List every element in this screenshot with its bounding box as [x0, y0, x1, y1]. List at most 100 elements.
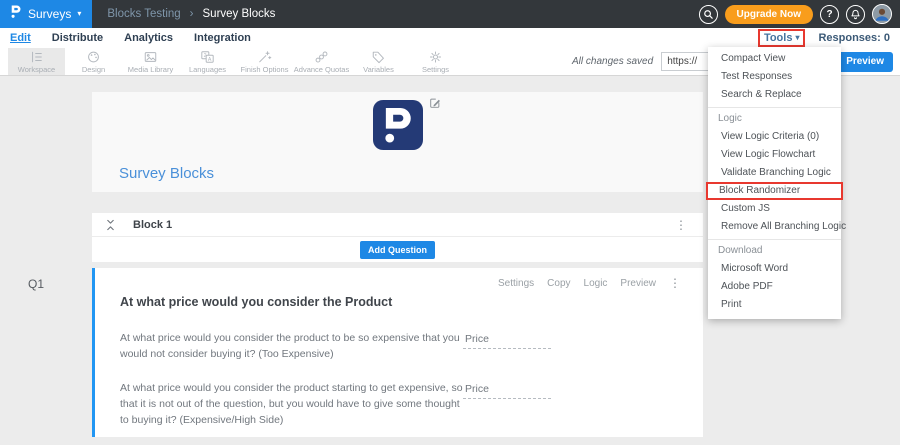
menu-item-view-logic-flowchart[interactable]: View Logic Flowchart	[708, 146, 841, 164]
chevron-down-icon: ▾	[77, 10, 81, 18]
menu-item-validate-branching-logic[interactable]: Validate Branching Logic	[708, 164, 841, 182]
toolbar-item-label: Advance Quotas	[294, 65, 349, 74]
question-logic-link[interactable]: Logic	[584, 278, 608, 289]
question-settings-link[interactable]: Settings	[498, 278, 534, 289]
chevron-down-icon: ▾	[795, 34, 799, 42]
upgrade-now-button[interactable]: Upgrade Now	[725, 5, 813, 24]
menu-item-print[interactable]: Print	[708, 296, 841, 314]
menu-item-microsoft-word[interactable]: Microsoft Word	[708, 260, 841, 278]
toolbar-item-finish-options[interactable]: Finish Options	[236, 48, 293, 75]
notifications-button[interactable]	[846, 5, 865, 24]
sub-question-text: At what price would you consider the pro…	[120, 380, 465, 428]
toolbar-item-settings[interactable]: Settings	[407, 48, 464, 75]
question-sub-row: At what price would you consider the pro…	[120, 330, 680, 362]
save-status-text: All changes saved	[572, 56, 653, 67]
question-preview-link[interactable]: Preview	[620, 278, 656, 289]
menu-item-view-logic-criteria[interactable]: View Logic Criteria (0)	[708, 128, 841, 146]
help-button[interactable]: ?	[820, 5, 839, 24]
svg-text:2: 2	[204, 53, 207, 59]
variables-icon	[370, 50, 387, 64]
menu-item-search-replace[interactable]: Search & Replace	[708, 86, 841, 104]
question-card: Settings Copy Logic Preview ⋮ At what pr…	[92, 268, 703, 437]
tools-menu-section-logic: Logic View Logic Criteria (0) View Logic…	[708, 107, 841, 236]
media-library-icon	[142, 50, 159, 64]
toolbar-item-label: Languages	[189, 65, 226, 74]
toolbar-item-variables[interactable]: Variables	[350, 48, 407, 75]
price-input-2[interactable]	[463, 383, 551, 399]
menu-section-header-logic: Logic	[708, 110, 841, 128]
edit-pencil-icon	[429, 97, 441, 109]
question-kebab-menu[interactable]: ⋮	[669, 276, 681, 290]
topbar-actions: Upgrade Now ?	[699, 4, 900, 24]
tab-integration[interactable]: Integration	[194, 32, 251, 44]
tools-menu-section-download: Download Microsoft Word Adobe PDF Print	[708, 239, 841, 314]
survey-logo-icon	[381, 105, 415, 145]
toolbar-item-label: Workspace	[18, 65, 55, 74]
menu-bar: Edit Distribute Analytics Integration To…	[0, 28, 900, 48]
toolbar-item-label: Design	[82, 65, 105, 74]
toolbar-item-workspace[interactable]: Workspace	[8, 48, 65, 75]
svg-text:A: A	[208, 56, 212, 62]
block-title[interactable]: Block 1	[133, 219, 172, 231]
question-sub-row: At what price would you consider the pro…	[120, 380, 680, 428]
menu-item-custom-js[interactable]: Custom JS	[708, 200, 841, 218]
toolbar-item-design[interactable]: Design	[65, 48, 122, 75]
survey-header-card: Survey Blocks	[92, 92, 703, 192]
menu-item-adobe-pdf[interactable]: Adobe PDF	[708, 278, 841, 296]
toolbar-item-label: Settings	[422, 65, 449, 74]
search-icon	[703, 9, 714, 20]
brand-name: Surveys	[28, 7, 71, 21]
brand-logo-icon	[10, 4, 22, 24]
survey-title[interactable]: Survey Blocks	[119, 165, 214, 182]
toolbar-item-media-library[interactable]: Media Library	[122, 48, 179, 75]
settings-icon	[427, 50, 444, 64]
survey-logo	[373, 100, 423, 150]
tools-menu-section: Compact View Test Responses Search & Rep…	[708, 50, 841, 104]
toolbar-item-advance-quotas[interactable]: Advance Quotas	[293, 48, 350, 75]
breadcrumb-parent[interactable]: Blocks Testing	[107, 8, 180, 20]
languages-icon: 2 A	[199, 50, 216, 64]
user-avatar[interactable]	[872, 4, 892, 24]
search-button[interactable]	[699, 5, 718, 24]
toolbar-item-label: Finish Options	[241, 65, 289, 74]
responses-count[interactable]: Responses: 0	[818, 32, 890, 44]
menu-item-remove-all-branching-logic[interactable]: Remove All Branching Logic	[708, 218, 841, 236]
toolbar-item-languages[interactable]: 2 A Languages	[179, 48, 236, 75]
menu-section-header-download: Download	[708, 242, 841, 260]
edit-logo-button[interactable]	[429, 96, 441, 114]
question-title[interactable]: At what price would you consider the Pro…	[120, 295, 392, 309]
question-copy-link[interactable]: Copy	[547, 278, 570, 289]
block-card: Block 1 ⋮ Add Question	[92, 213, 703, 262]
bell-icon	[850, 9, 861, 20]
annotation-box-tools: Tools ▾	[758, 29, 806, 47]
menu-item-block-randomizer[interactable]: Block Randomizer	[706, 182, 843, 200]
block-header: Block 1 ⋮	[92, 213, 703, 237]
preview-button-label: Preview	[846, 56, 884, 67]
add-question-row: Add Question	[92, 237, 703, 262]
menu-item-compact-view[interactable]: Compact View	[708, 50, 841, 68]
sub-question-text: At what price would you consider the pro…	[120, 330, 465, 362]
help-icon: ?	[826, 9, 832, 20]
tab-edit[interactable]: Edit	[10, 32, 31, 44]
tools-menu-button[interactable]: Tools	[764, 32, 793, 44]
tab-distribute[interactable]: Distribute	[52, 32, 103, 44]
price-input-1[interactable]	[463, 333, 551, 349]
advance-quotas-icon	[313, 50, 330, 64]
brand-surveys-menu[interactable]: Surveys ▾	[0, 0, 92, 28]
avatar-person-icon	[873, 5, 891, 23]
breadcrumb-current: Survey Blocks	[203, 8, 276, 20]
breadcrumb: Blocks Testing › Survey Blocks	[107, 8, 275, 20]
block-kebab-menu[interactable]: ⋮	[675, 218, 687, 232]
question-actions: Settings Copy Logic Preview ⋮	[498, 276, 681, 290]
toolbar-item-label: Media Library	[128, 65, 173, 74]
tab-analytics[interactable]: Analytics	[124, 32, 173, 44]
design-icon	[85, 50, 102, 64]
breadcrumb-separator-icon: ›	[190, 8, 194, 20]
finish-options-icon	[256, 50, 273, 64]
menubar-right: Tools ▾ Responses: 0	[758, 29, 900, 47]
top-bar: Surveys ▾ Blocks Testing › Survey Blocks…	[0, 0, 900, 28]
collapse-block-button[interactable]	[105, 219, 116, 231]
menu-item-test-responses[interactable]: Test Responses	[708, 68, 841, 86]
tools-dropdown-menu: Compact View Test Responses Search & Rep…	[708, 47, 841, 319]
add-question-button[interactable]: Add Question	[360, 241, 435, 259]
